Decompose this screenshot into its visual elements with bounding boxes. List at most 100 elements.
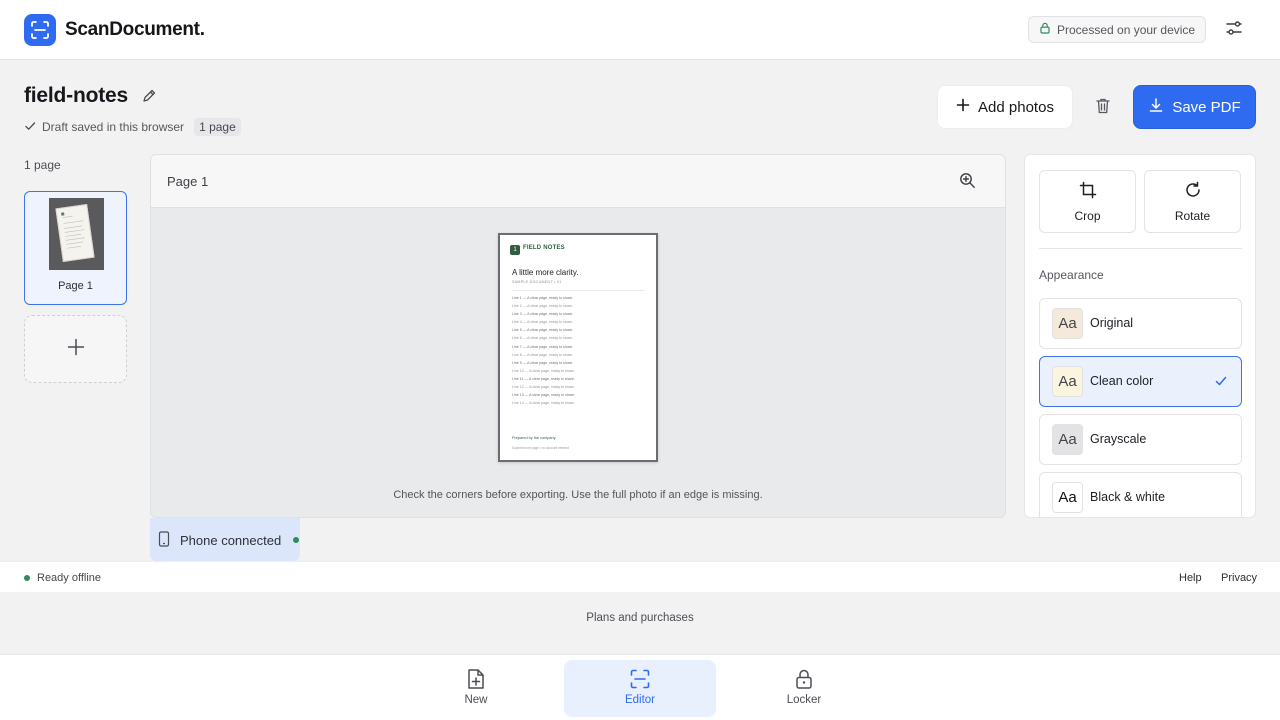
document-line: Line 14 — A clear page, ready to share. [512,401,576,406]
check-icon [24,120,36,135]
document-line: Line 1 — A clear page, ready to share. [512,296,574,300]
document-line: Line 9 — A clear page, ready to share. [512,360,574,365]
bottom-navigation: New Editor Locker [0,654,1280,720]
page-thumbnail-image [49,198,104,270]
phone-connected-pill[interactable]: Phone connected [150,518,300,562]
tools-divider [1039,248,1242,249]
lock-icon [1039,22,1051,37]
black-white-swatch: Aa [1052,482,1083,513]
tools-panel: Crop Rotate Appearance Aa Original Aa Cl… [1024,154,1256,518]
page-preview-panel: Page 1 1 FIELD NOTES A little more clari… [150,154,1006,518]
phone-icon [158,530,170,550]
document-line: Line 7 — A clear page, ready to share. [512,344,574,349]
appearance-option-black-white[interactable]: Aa Black & white [1039,472,1242,517]
document-line: Line 2 — A clear page, ready to share. [512,304,574,309]
preview-header: Page 1 [151,155,1005,208]
save-pdf-button[interactable]: Save PDF [1133,85,1256,129]
plus-icon [956,98,970,116]
brand-name: ScanDocument. [65,19,205,40]
trash-icon [1095,97,1111,120]
page-thumbnail-label: Page 1 [58,280,93,292]
option-label: Original [1090,316,1134,330]
thumbnail-count-label: 1 page [24,158,61,172]
document-line: Line 13 — A clear page, ready to share. [512,393,576,398]
scan-logo-icon [24,14,56,46]
document-line: Line 4 — A clear page, ready to share. [512,320,574,325]
status-bar: Ready offline Help Privacy [0,561,1280,592]
option-label: Black & white [1090,490,1166,504]
privacy-link[interactable]: Privacy [1221,572,1257,584]
nav-new[interactable]: New [400,660,552,717]
draft-status: Draft saved in this browser 1 page [24,118,241,136]
help-link[interactable]: Help [1179,572,1202,584]
offline-status-dot [24,575,30,581]
appearance-heading: Appearance [1039,268,1104,282]
connection-status-dot [293,537,300,543]
document-heading: A little more clarity. [512,268,579,277]
document-lines: Line 1 — A clear page, ready to share. L… [512,296,645,409]
crop-label: Crop [1074,209,1101,223]
plus-icon [67,338,85,361]
plans-and-purchases-link[interactable]: Plans and purchases [0,612,1280,624]
page-count-badge: 1 page [194,118,241,136]
crop-icon [1079,181,1097,204]
nav-new-label: New [464,694,488,706]
appearance-option-grayscale[interactable]: Aa Grayscale [1039,414,1242,465]
option-label: Grayscale [1090,432,1147,446]
add-photos-label: Add photos [978,98,1054,116]
phone-connected-label: Phone connected [180,532,282,548]
crop-button[interactable]: Crop [1039,170,1136,233]
selected-check-icon [1214,374,1228,393]
offline-status: Ready offline [37,572,102,584]
document-subheading: SAMPLE DOCUMENT • 01 [512,280,562,284]
document-divider [512,290,645,291]
document-footer: Prepared by the company [512,436,556,440]
new-document-icon [466,668,486,695]
save-pdf-label: Save PDF [1172,98,1241,116]
rotate-button[interactable]: Rotate [1144,170,1241,233]
document-line: Line 3 — A clear page, ready to share. [512,312,574,317]
nav-editor-label: Editor [624,694,656,706]
zoom-in-icon [959,172,976,194]
document-logo-mark: 1 [510,245,520,255]
appearance-option-clean-color[interactable]: Aa Clean color [1039,356,1242,407]
nav-editor[interactable]: Editor [564,660,716,717]
preview-hint: Check the corners before exporting. Use … [393,489,763,501]
zoom-in-button[interactable] [956,172,978,194]
clean-color-swatch: Aa [1052,366,1083,397]
original-swatch: Aa [1052,308,1083,339]
settings-sliders-button[interactable] [1221,17,1247,43]
privacy-note: Processed on your device [1057,22,1196,37]
plans-bar: Plans and purchases [0,592,1280,654]
page-thumbnail[interactable]: Page 1 [24,191,127,305]
document-line: Line 10 — A clear page, ready to share. [512,368,576,373]
download-icon [1148,97,1164,117]
scan-icon [629,668,651,695]
privacy-status-pill: Processed on your device [1028,16,1207,43]
app-header: ScanDocument. Processed on your device [0,0,1280,60]
document-line: Line 11 — A clear page, ready to share. [512,376,575,381]
document-title: field-notes [24,84,128,107]
option-label: Clean color [1090,374,1154,388]
sliders-icon [1225,19,1243,42]
add-photos-button[interactable]: Add photos [937,85,1073,129]
preview-title: Page 1 [167,174,209,189]
appearance-option-original[interactable]: Aa Original [1039,298,1242,349]
document-line: Line 6 — A clear page, ready to share. [512,336,574,341]
rotate-label: Rotate [1174,209,1211,223]
document-line: Line 12 — A clear page, ready to share. [512,385,576,390]
scanned-page-preview[interactable]: 1 FIELD NOTES A little more clarity. SAM… [498,233,658,462]
nav-locker[interactable]: Locker [728,660,880,717]
nav-locker-label: Locker [786,694,822,706]
document-footnote: Scanned one page • no account needed [512,446,569,450]
document-brand: FIELD NOTES [523,245,565,251]
add-page-button[interactable] [24,315,127,383]
delete-document-button[interactable] [1090,95,1116,121]
pencil-icon [141,88,157,109]
rename-button[interactable] [139,88,159,108]
lock-icon [794,668,814,695]
document-line: Line 5 — A clear page, ready to share. [512,328,574,333]
draft-status-text: Draft saved in this browser [42,120,185,134]
grayscale-swatch: Aa [1052,424,1083,455]
document-line: Line 8 — A clear page, ready to share. [512,352,574,357]
